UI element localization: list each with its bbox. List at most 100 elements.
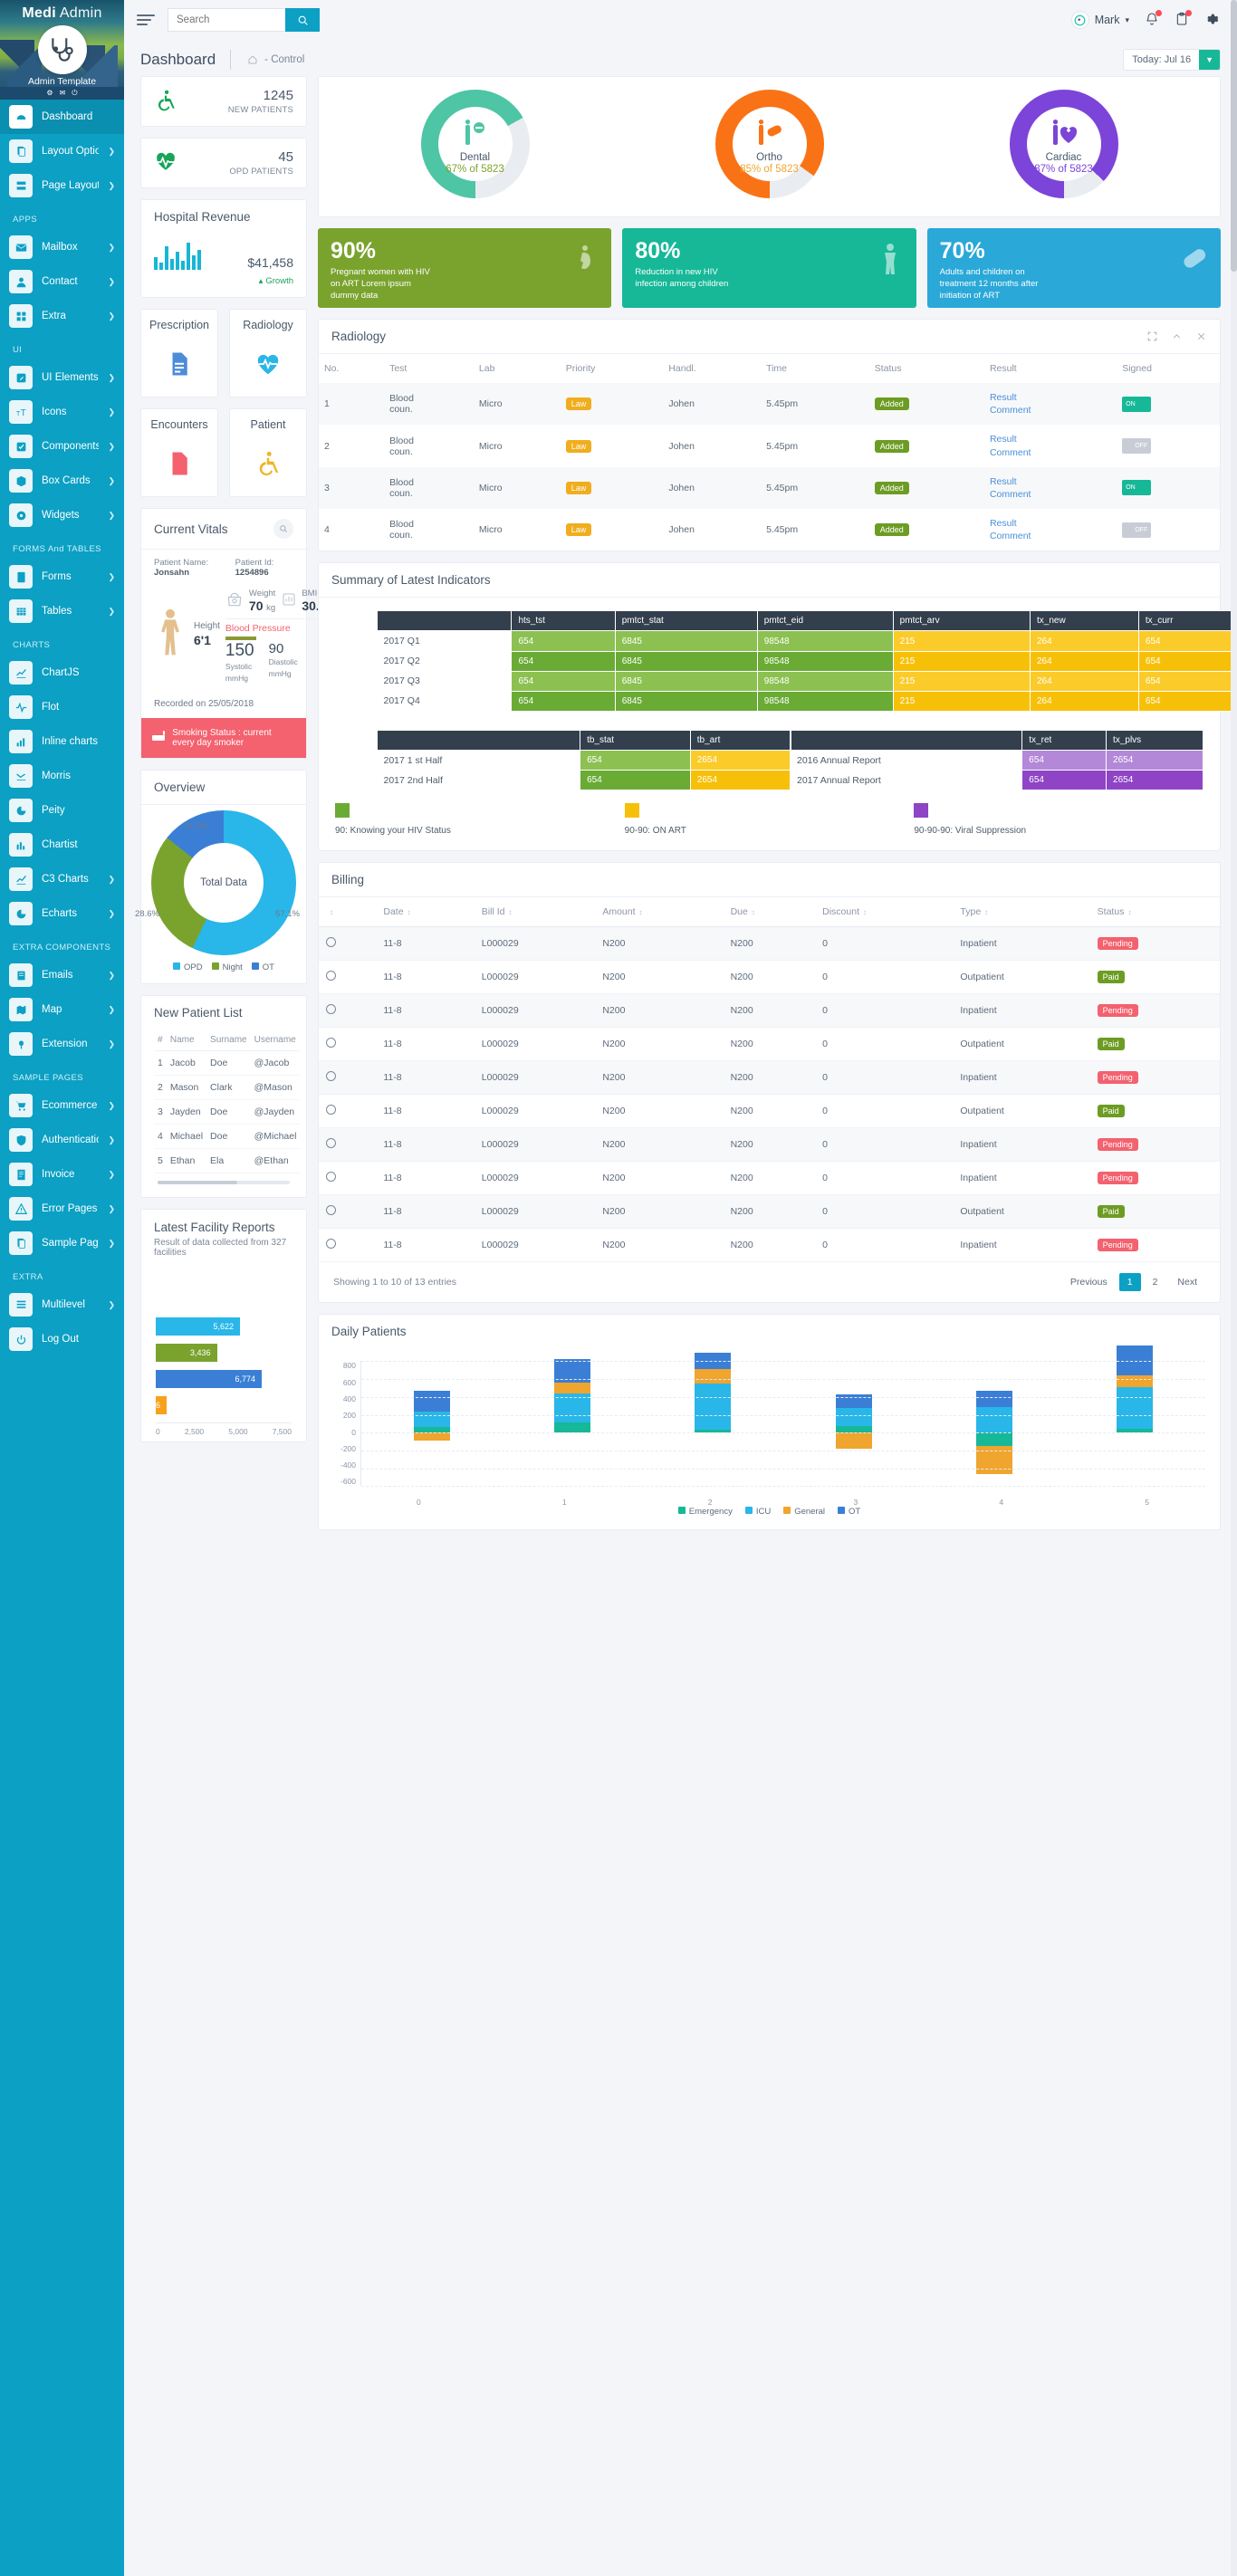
sidebar-item-layout-options[interactable]: Layout Options ❯ xyxy=(0,134,124,168)
row-select[interactable] xyxy=(319,1228,377,1263)
tile-radiology[interactable]: Radiology xyxy=(229,309,307,397)
sidebar-item-icons[interactable]: T T Icons ❯ xyxy=(0,395,124,429)
sidebar-item-page-layouts[interactable]: Page Layouts ❯ xyxy=(0,168,124,203)
close-icon[interactable] xyxy=(1195,330,1207,342)
table-row[interactable]: 2 Blood coun. Micro Law Johen 5.45pm Added Resul… xyxy=(319,425,1220,466)
sidebar-item-log-out[interactable]: Log Out xyxy=(0,1322,124,1356)
table-row[interactable]: 11-8 L000029 N200 N200 0 Inpatient Pending xyxy=(319,1228,1220,1263)
sidebar-item-components[interactable]: Components ❯ xyxy=(0,429,124,464)
comment-link[interactable]: Comment xyxy=(990,446,1111,459)
radio-button[interactable] xyxy=(326,1004,336,1015)
sidebar-item-c3-charts[interactable]: C3 Charts ❯ xyxy=(0,862,124,896)
sidebar-item-widgets[interactable]: Widgets ❯ xyxy=(0,498,124,532)
column-header[interactable]: ↕ xyxy=(319,897,377,928)
result-link[interactable]: Result xyxy=(990,391,1111,404)
tile-prescription[interactable]: Prescription xyxy=(140,309,218,397)
radio-button[interactable] xyxy=(326,971,336,982)
sidebar-item-emails[interactable]: Emails ❯ xyxy=(0,958,124,992)
table-row[interactable]: 5 Ethan Ela @Ethan xyxy=(154,1148,301,1173)
result-link[interactable]: Result xyxy=(990,517,1111,530)
table-row[interactable]: 1 Jacob Doe @Jacob xyxy=(154,1050,301,1076)
user-menu[interactable]: Mark ▾ xyxy=(1070,11,1129,29)
row-select[interactable] xyxy=(319,1161,377,1196)
row-select[interactable] xyxy=(319,960,377,995)
table-row[interactable]: 11-8 L000029 N200 N200 0 Outpatient Paid xyxy=(319,1194,1220,1230)
radio-button[interactable] xyxy=(326,1038,336,1049)
row-select[interactable] xyxy=(319,1094,377,1129)
table-row[interactable]: 11-8 L000029 N200 N200 0 Inpatient Pending xyxy=(319,993,1220,1029)
signed-toggle[interactable]: OFF xyxy=(1122,438,1152,455)
sidebar-item-mailbox[interactable]: Mailbox ❯ xyxy=(0,230,124,264)
sidebar-item-authentication[interactable]: Authentication ❯ xyxy=(0,1123,124,1157)
sidebar-item-error-pages[interactable]: Error Pages ❯ xyxy=(0,1192,124,1226)
gear-icon[interactable]: ⚙ xyxy=(46,89,53,97)
table-row[interactable]: 11-8 L000029 N200 N200 0 Inpatient Pending xyxy=(319,1161,1220,1196)
signed-toggle[interactable]: ON xyxy=(1122,480,1152,496)
table-row[interactable]: 11-8 L000029 N200 N200 0 Inpatient Pending xyxy=(319,1060,1220,1096)
page-scrollbar[interactable] xyxy=(1231,0,1237,2576)
sidebar-item-ui-elements[interactable]: UI Elements ❯ xyxy=(0,360,124,395)
table-row[interactable]: 11-8 L000029 N200 N200 0 Outpatient Paid xyxy=(319,1094,1220,1129)
pagination-next[interactable]: Next xyxy=(1169,1273,1205,1291)
radio-button[interactable] xyxy=(326,937,336,948)
sidebar-item-chartist[interactable]: Chartist xyxy=(0,828,124,862)
row-select[interactable] xyxy=(319,1194,377,1230)
sidebar-item-box-cards[interactable]: Box Cards ❯ xyxy=(0,464,124,498)
pagination-page-1[interactable]: 1 xyxy=(1118,1273,1141,1292)
row-select[interactable] xyxy=(319,1127,377,1163)
table-row[interactable]: 11-8 L000029 N200 N200 0 Outpatient Paid xyxy=(319,1027,1220,1062)
comment-link[interactable]: Comment xyxy=(990,488,1111,501)
sidebar-item-sample-pages[interactable]: Sample Pages ❯ xyxy=(0,1226,124,1260)
tile-patient[interactable]: Patient xyxy=(229,408,307,497)
sidebar-item-echarts[interactable]: Echarts ❯ xyxy=(0,896,124,931)
sidebar-item-forms[interactable]: Forms ❯ xyxy=(0,560,124,594)
menu-toggle-icon[interactable] xyxy=(137,14,155,25)
table-row[interactable]: 4 Michael Doe @Michael xyxy=(154,1124,301,1149)
column-header[interactable]: Bill Id ↕ xyxy=(474,897,596,928)
signed-toggle[interactable]: ON xyxy=(1122,396,1152,412)
sidebar-item-multilevel[interactable]: Multilevel ❯ xyxy=(0,1288,124,1322)
sidebar-item-flot[interactable]: Flot xyxy=(0,690,124,724)
table-row[interactable]: 3 Blood coun. Micro Law Johen 5.45pm Added Resul… xyxy=(319,466,1220,510)
column-header[interactable]: Type ↕ xyxy=(953,897,1090,928)
comment-link[interactable]: Comment xyxy=(990,404,1111,417)
sidebar-item-map[interactable]: Map ❯ xyxy=(0,992,124,1027)
column-header[interactable]: Amount ↕ xyxy=(595,897,724,928)
pagination-page-2[interactable]: 2 xyxy=(1145,1273,1166,1291)
sidebar-item-inline-charts[interactable]: Inline charts xyxy=(0,724,124,759)
table-row[interactable]: 3 Jayden Doe @Jayden xyxy=(154,1099,301,1125)
sidebar-item-peity[interactable]: Peity xyxy=(0,793,124,828)
result-link[interactable]: Result xyxy=(990,475,1111,488)
table-row[interactable]: 11-8 L000029 N200 N200 0 Inpatient Pending xyxy=(319,1127,1220,1163)
collapse-icon[interactable] xyxy=(1171,330,1183,342)
row-select[interactable] xyxy=(319,1027,377,1062)
column-header[interactable]: Discount ↕ xyxy=(815,897,954,928)
column-header[interactable]: Status ↕ xyxy=(1089,897,1220,928)
table-row[interactable]: 2 Mason Clark @Mason xyxy=(154,1075,301,1100)
radio-button[interactable] xyxy=(326,1138,336,1149)
tasks-button[interactable] xyxy=(1175,9,1192,29)
sidebar-item-contact[interactable]: Contact ❯ xyxy=(0,264,124,299)
row-select[interactable] xyxy=(319,993,377,1029)
search-input[interactable] xyxy=(168,8,285,32)
row-select[interactable] xyxy=(319,926,377,962)
table-row[interactable]: 4 Blood coun. Micro Law Johen 5.45pm Added Resul… xyxy=(319,509,1220,551)
signed-toggle[interactable]: OFF xyxy=(1122,522,1152,538)
comment-link[interactable]: Comment xyxy=(990,530,1111,542)
power-icon[interactable]: ⏻ xyxy=(72,89,77,97)
sidebar-item-dashboard[interactable]: Dashboard xyxy=(0,100,124,134)
table-row[interactable]: 11-8 L000029 N200 N200 0 Outpatient Paid xyxy=(319,960,1220,995)
expand-icon[interactable] xyxy=(1146,330,1158,342)
column-header[interactable]: Date ↕ xyxy=(376,897,475,928)
home-icon[interactable] xyxy=(247,54,258,65)
sidebar-item-extension[interactable]: Extension ❯ xyxy=(0,1027,124,1061)
search-icon[interactable] xyxy=(273,519,293,539)
sidebar-item-morris[interactable]: Morris xyxy=(0,759,124,793)
column-header[interactable]: Due ↕ xyxy=(723,897,816,928)
radio-button[interactable] xyxy=(326,1205,336,1216)
row-select[interactable] xyxy=(319,1060,377,1096)
sidebar-item-ecommerce-pages[interactable]: Ecommerce Pages ❯ xyxy=(0,1088,124,1123)
result-link[interactable]: Result xyxy=(990,433,1111,445)
sidebar-item-invoice[interactable]: Invoice ❯ xyxy=(0,1157,124,1192)
table-row[interactable]: 1 Blood coun. Micro Law Johen 5.45pm Added Resul… xyxy=(319,383,1220,426)
